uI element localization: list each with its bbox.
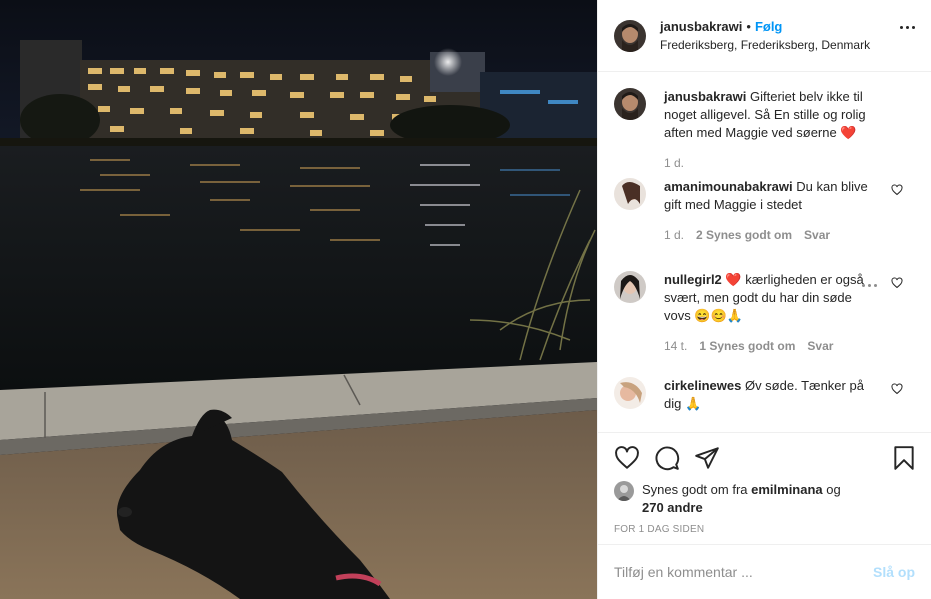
likes-summary: Synes godt om fra emilminana og 270 andr… [614, 481, 915, 517]
caption-username[interactable]: janusbakrawi [664, 89, 746, 104]
comment-options-icon[interactable] [862, 284, 877, 287]
comment-avatar[interactable] [614, 377, 646, 409]
post-header: janusbakrawi • Følg Frederiksberg, Frederi… [598, 0, 931, 72]
author-avatar[interactable] [614, 19, 646, 52]
comment-item: cirkelinewes Øv søde. Tænker på dig 🙏 [614, 377, 915, 432]
heart-emoji: ❤️ [840, 125, 857, 140]
comment-avatar[interactable] [614, 178, 646, 210]
follow-button[interactable]: Følg [755, 19, 782, 34]
comment-username[interactable]: cirkelinewes [664, 378, 741, 393]
reply-button[interactable]: Svar [807, 339, 833, 353]
add-comment-bar: Slå op [598, 544, 931, 599]
comment-username[interactable]: nullegirl2 [664, 272, 722, 287]
caption-text: janusbakrawi Gifteriet belv ikke til nog… [664, 88, 894, 142]
comment-username[interactable]: amanimounabakrawi [664, 179, 793, 194]
caption: janusbakrawi Gifteriet belv ikke til nog… [614, 88, 915, 178]
separator-dot: • [746, 18, 751, 34]
comment-item: nullegirl2 ❤️ kærligheden er også svært,… [614, 271, 915, 377]
comment-emojis: 😄😊🙏 [694, 308, 743, 323]
comment-item: amanimounabakrawi Du kan blive gift med … [614, 178, 915, 271]
comment-time[interactable]: 1 d. [664, 228, 684, 242]
post-location[interactable]: Frederiksberg, Frederiksberg, Denmark [660, 36, 915, 54]
post-timestamp[interactable]: FOR 1 DAG SIDEN [614, 524, 915, 535]
liker-avatar[interactable] [614, 481, 634, 501]
like-comment-heart-icon[interactable] [891, 277, 903, 292]
post-comment-button[interactable]: Slå op [873, 564, 915, 580]
caption-time[interactable]: 1 d. [664, 156, 684, 170]
like-comment-heart-icon[interactable] [891, 184, 903, 199]
post-actions: Synes godt om fra emilminana og 270 andr… [598, 432, 931, 544]
post-photo [0, 0, 597, 599]
comment-avatar[interactable] [614, 271, 646, 303]
likes-and: og [826, 482, 841, 497]
liker-username[interactable]: emilminana [751, 482, 823, 497]
author-username[interactable]: janusbakrawi [660, 19, 742, 34]
comment-input[interactable] [614, 564, 873, 580]
caption-avatar[interactable] [614, 88, 646, 120]
reply-button[interactable]: Svar [804, 228, 830, 242]
post-sidebar: janusbakrawi • Følg Frederiksberg, Frederi… [597, 0, 931, 599]
more-options-icon[interactable] [900, 26, 915, 29]
comment-likes[interactable]: 1 Synes godt om [699, 339, 795, 353]
heart-emoji: ❤️ [725, 272, 742, 287]
likes-others[interactable]: 270 andre [642, 500, 703, 515]
share-icon[interactable] [694, 445, 720, 471]
likes-prefix: Synes godt om fra [642, 482, 748, 497]
comment-emojis: 🙏 [684, 396, 702, 411]
post-image[interactable] [0, 0, 597, 599]
post-modal: janusbakrawi • Følg Frederiksberg, Frederi… [0, 0, 931, 599]
comment-icon[interactable] [654, 445, 680, 471]
like-heart-icon[interactable] [614, 445, 640, 471]
comment-time[interactable]: 14 t. [664, 339, 687, 353]
bookmark-icon[interactable] [891, 445, 917, 471]
like-comment-heart-icon[interactable] [891, 383, 903, 398]
comments-list[interactable]: janusbakrawi Gifteriet belv ikke til nog… [598, 72, 931, 432]
comment-likes[interactable]: 2 Synes godt om [696, 228, 792, 242]
